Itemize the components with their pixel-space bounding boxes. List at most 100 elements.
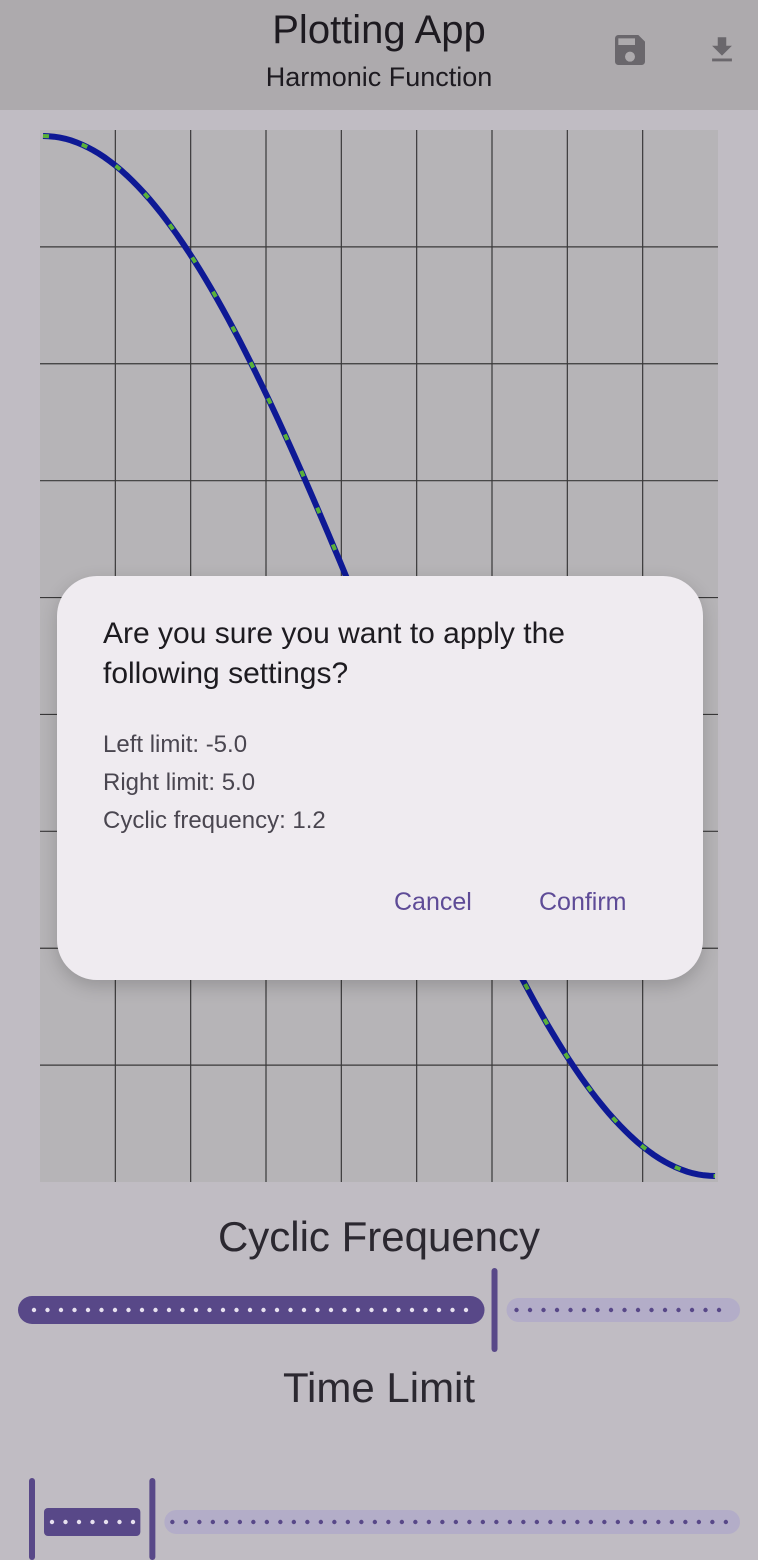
tick-dot — [440, 1519, 445, 1525]
tick-dot — [453, 1519, 459, 1525]
tick-dot — [224, 1519, 229, 1525]
tick-dot — [534, 1519, 540, 1525]
tick-dot — [494, 1519, 499, 1525]
tick-dot — [554, 1307, 560, 1313]
cyclic-frequency-label: Cyclic Frequency — [217, 1213, 541, 1260]
cyclic-frequency-slider[interactable] — [0, 1268, 758, 1352]
tick-dot — [409, 1307, 415, 1313]
plotting-app-screen: Plotting App Harmonic Function Cyclic Fr… — [0, 0, 758, 1560]
tick-dot — [689, 1307, 695, 1313]
tick-dot — [315, 1307, 320, 1313]
tick-dot — [234, 1307, 239, 1313]
tick-dot — [305, 1519, 310, 1525]
tick-dot — [63, 1519, 68, 1525]
tick-dot — [76, 1519, 82, 1525]
confirm-settings-dialog: Are you sure you want to apply the follo… — [57, 576, 703, 980]
tick-dot — [656, 1519, 661, 1525]
tick-dot — [615, 1519, 621, 1525]
tick-dot — [629, 1519, 634, 1525]
cancel-button[interactable]: Cancel — [394, 888, 472, 917]
tick-dot — [575, 1519, 580, 1525]
tick-dot — [608, 1307, 614, 1313]
tick-dot — [183, 1519, 189, 1525]
top-app-bar: Plotting App Harmonic Function — [0, 0, 758, 110]
tick-dot — [676, 1307, 681, 1313]
save-button[interactable] — [606, 26, 654, 74]
tick-dot — [413, 1519, 418, 1525]
tick-dot — [166, 1307, 172, 1313]
tick-dot — [622, 1307, 627, 1313]
tick-dot — [180, 1307, 185, 1313]
tick-dot — [139, 1307, 145, 1313]
range-thumb-end[interactable] — [149, 1478, 156, 1560]
slider-thumb[interactable] — [491, 1268, 498, 1352]
tick-dot — [588, 1519, 594, 1525]
tick-dot — [332, 1519, 337, 1525]
tick-dot — [237, 1519, 243, 1525]
tick-dot — [386, 1519, 391, 1525]
time-limit-track — [29, 1478, 741, 1560]
tick-dot — [58, 1307, 64, 1313]
tick-dot — [207, 1307, 212, 1313]
tick-dot — [480, 1519, 486, 1525]
tick-dot — [103, 1519, 109, 1525]
tick-dot — [112, 1307, 118, 1313]
dialog-body: Left limit: -5.0 Right limit: 5.0 Cyclic… — [103, 726, 663, 840]
tick-dot — [635, 1307, 641, 1313]
download-button[interactable] — [698, 26, 746, 74]
tick-dot — [85, 1307, 91, 1313]
tick-dot — [426, 1519, 432, 1525]
tick-dot — [264, 1519, 270, 1525]
tick-dot — [514, 1307, 519, 1313]
tick-dot — [210, 1519, 216, 1525]
tick-dot — [662, 1307, 668, 1313]
tick-dot — [683, 1519, 688, 1525]
tick-dot — [31, 1307, 37, 1313]
right-limit-text: Right limit: 5.0 — [103, 769, 256, 796]
range-thumb-start[interactable] — [29, 1478, 35, 1560]
confirm-button[interactable]: Confirm — [539, 888, 627, 917]
cyclic-frequency-track — [18, 1268, 740, 1352]
tick-dot — [527, 1307, 533, 1313]
tick-dot — [467, 1519, 472, 1525]
tick-dot — [396, 1307, 401, 1313]
tick-dot — [602, 1519, 607, 1525]
tick-dot — [342, 1307, 347, 1313]
tick-dot — [710, 1519, 715, 1525]
tick-dot — [126, 1307, 131, 1313]
tick-dot — [291, 1519, 297, 1525]
tick-dot — [261, 1307, 266, 1313]
tick-dot — [49, 1519, 55, 1525]
tick-dot — [595, 1307, 600, 1313]
tick-dot — [436, 1307, 442, 1313]
tick-dot — [153, 1307, 158, 1313]
tick-dot — [220, 1307, 226, 1313]
tick-dot — [521, 1519, 526, 1525]
time-limit-label: Time Limit — [282, 1364, 476, 1411]
tick-dot — [696, 1519, 702, 1525]
dialog-headline: Are you sure you want to apply the follo… — [103, 617, 565, 690]
tick-dot — [372, 1519, 378, 1525]
tick-dot — [541, 1307, 546, 1313]
tick-dot — [568, 1307, 573, 1313]
tick-dot — [399, 1519, 405, 1525]
tick-dot — [328, 1307, 334, 1313]
tick-dot — [274, 1307, 280, 1313]
save-icon — [615, 35, 645, 65]
tick-dot — [99, 1307, 104, 1313]
inactive-track — [164, 1510, 741, 1534]
tick-dot — [649, 1307, 654, 1313]
tick-dot — [723, 1519, 729, 1525]
tick-dot — [716, 1307, 722, 1313]
tick-dot — [72, 1307, 77, 1313]
tick-dot — [359, 1519, 364, 1525]
tick-dot — [318, 1519, 324, 1525]
tick-dot — [382, 1307, 388, 1313]
tick-dot — [247, 1307, 253, 1313]
tick-dot — [130, 1519, 136, 1525]
tick-dot — [548, 1519, 553, 1525]
tick-dot — [90, 1519, 95, 1525]
tick-dot — [463, 1307, 469, 1313]
tick-dot — [669, 1519, 675, 1525]
time-limit-range-slider[interactable] — [0, 1478, 758, 1560]
